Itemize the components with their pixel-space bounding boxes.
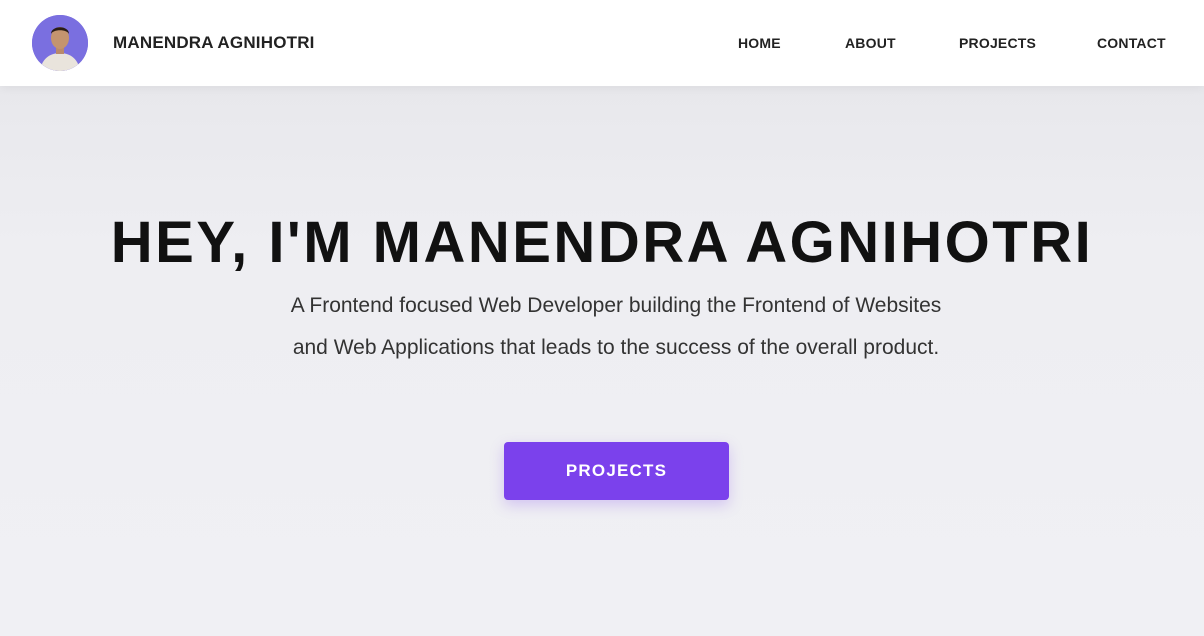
nav-contact[interactable]: CONTACT	[1097, 35, 1166, 51]
nav-home[interactable]: HOME	[738, 35, 781, 51]
profile-photo-icon	[32, 15, 88, 71]
hero-title: HEY, I'M MANENDRA AGNIHOTRI	[110, 210, 1094, 275]
projects-button[interactable]: PROJECTS	[504, 442, 729, 500]
nav-projects[interactable]: PROJECTS	[959, 35, 1036, 51]
nav-about[interactable]: ABOUT	[845, 35, 896, 51]
brand[interactable]: MANENDRA AGNIHOTRI	[32, 15, 315, 71]
avatar[interactable]	[32, 15, 88, 71]
brand-name[interactable]: MANENDRA AGNIHOTRI	[113, 33, 315, 53]
hero-subtitle: A Frontend focused Web Developer buildin…	[290, 294, 942, 359]
site-header: MANENDRA AGNIHOTRI HOME ABOUT PROJECTS C…	[0, 0, 1204, 86]
hero-section: HEY, I'M MANENDRA AGNIHOTRI A Frontend f…	[0, 86, 1204, 636]
